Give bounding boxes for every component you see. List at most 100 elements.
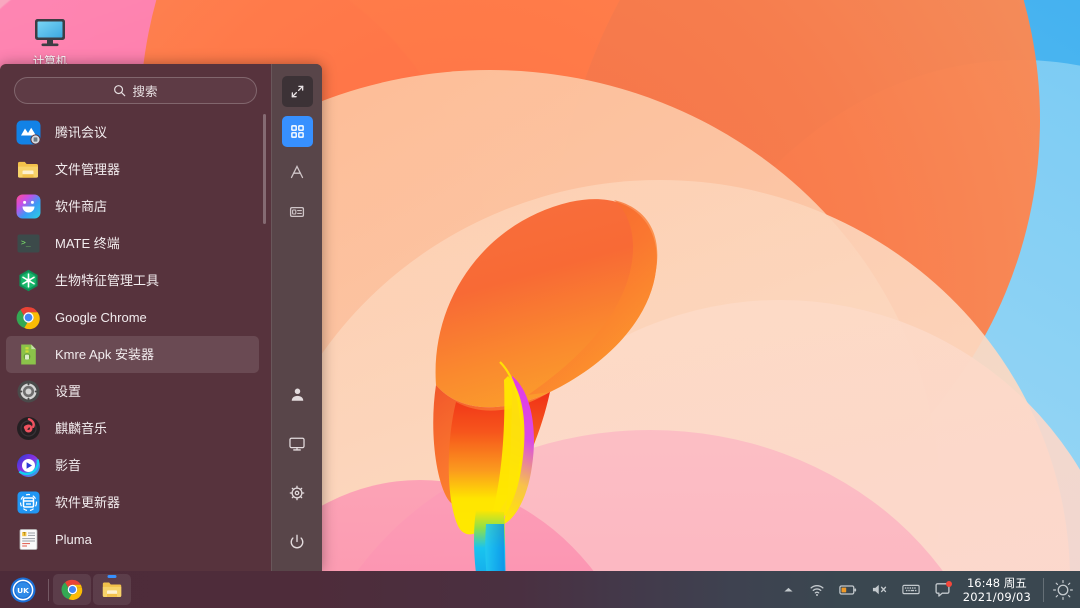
brightness-icon bbox=[1052, 579, 1074, 601]
software-updater-icon bbox=[16, 490, 41, 515]
biometric-icon bbox=[16, 268, 41, 293]
ukui-logo-icon: UK bbox=[9, 576, 37, 604]
card-list-icon bbox=[289, 204, 305, 220]
app-label: 麒麟音乐 bbox=[55, 422, 107, 435]
software-store-icon bbox=[16, 194, 41, 219]
wallpaper-shape-blue-light bbox=[640, 60, 1080, 608]
task-active-indicator bbox=[108, 575, 117, 578]
kmre-apk-icon bbox=[16, 342, 41, 367]
monitor-icon bbox=[288, 435, 306, 453]
search-area: 搜索 bbox=[0, 64, 271, 114]
clock-date: 2021/09/03 bbox=[963, 590, 1031, 604]
search-input[interactable]: 搜索 bbox=[14, 77, 257, 104]
expand-icon bbox=[290, 84, 305, 99]
grid-view-button[interactable] bbox=[282, 116, 313, 147]
app-item-settings[interactable]: 设置 bbox=[6, 373, 259, 410]
notification-badge bbox=[946, 581, 952, 587]
app-label: Kmre Apk 安装器 bbox=[55, 348, 154, 361]
app-item-google-chrome[interactable]: Google Chrome bbox=[6, 299, 259, 336]
app-label: 设置 bbox=[55, 385, 81, 398]
app-label: 文件管理器 bbox=[55, 163, 120, 176]
chevron-up-icon bbox=[782, 583, 795, 596]
keyboard-icon bbox=[902, 583, 920, 596]
grid-icon bbox=[290, 124, 305, 139]
start-menu-sidebar bbox=[271, 64, 322, 571]
taskbar-tray-divider bbox=[1043, 578, 1044, 602]
app-label: 软件更新器 bbox=[55, 496, 120, 509]
taskbar[interactable]: UK bbox=[0, 571, 1080, 608]
tray-volume[interactable] bbox=[871, 582, 888, 597]
wallpaper-shape-peach-3 bbox=[430, 300, 1080, 608]
app-list-scrollbar[interactable] bbox=[263, 114, 266, 224]
app-label: Google Chrome bbox=[55, 311, 147, 324]
taskbar-files[interactable] bbox=[93, 574, 131, 605]
app-label: 腾讯会议 bbox=[55, 126, 107, 139]
terminal-icon: >_ bbox=[16, 231, 41, 256]
power-button[interactable] bbox=[282, 526, 313, 557]
letter-a-icon bbox=[288, 163, 306, 181]
chrome-icon bbox=[61, 578, 84, 601]
pluma-icon: T bbox=[16, 527, 41, 552]
tencent-meeting-icon bbox=[16, 120, 41, 145]
app-item-software-store[interactable]: 软件商店 bbox=[6, 188, 259, 225]
expand-fullscreen-button[interactable] bbox=[282, 76, 313, 107]
system-tray bbox=[782, 582, 961, 598]
svg-text:>_: >_ bbox=[21, 238, 31, 247]
tray-keyboard[interactable] bbox=[902, 583, 920, 596]
kylin-music-icon bbox=[16, 416, 41, 441]
alphabet-view-button[interactable] bbox=[282, 156, 313, 187]
gear-icon bbox=[288, 484, 306, 502]
tray-messages[interactable] bbox=[934, 582, 951, 598]
ukui-start-button[interactable]: UK bbox=[0, 571, 46, 608]
clock-time: 16:48 周五 bbox=[963, 576, 1031, 590]
battery-icon bbox=[839, 583, 857, 597]
app-label: 影音 bbox=[55, 459, 81, 472]
search-icon bbox=[113, 84, 126, 97]
app-label: MATE 终端 bbox=[55, 237, 120, 250]
taskbar-chrome[interactable] bbox=[53, 574, 91, 605]
user-icon bbox=[289, 386, 306, 403]
svg-text:T: T bbox=[22, 532, 26, 537]
app-item-kylin-music[interactable]: 麒麟音乐 bbox=[6, 410, 259, 447]
wallpaper-shape-blue bbox=[550, 0, 1080, 608]
app-item-pluma[interactable]: T Pl bbox=[6, 521, 259, 558]
volume-muted-icon bbox=[871, 582, 888, 597]
desktop-icon-area: 计算机 bbox=[8, 6, 98, 71]
app-label: 软件商店 bbox=[55, 200, 107, 213]
tray-battery[interactable] bbox=[839, 583, 857, 597]
desktop-icon-computer[interactable]: 计算机 bbox=[8, 6, 92, 71]
file-manager-icon bbox=[101, 578, 124, 601]
settings-gear-icon bbox=[16, 379, 41, 404]
taskbar-separator bbox=[48, 579, 49, 601]
function-view-button[interactable] bbox=[282, 196, 313, 227]
monitor-icon bbox=[8, 10, 92, 54]
desktop[interactable]: 计算机 搜索 bbox=[0, 0, 1080, 608]
settings-button[interactable] bbox=[282, 477, 313, 508]
wifi-icon bbox=[809, 582, 825, 598]
app-item-tencent-meeting[interactable]: 腾讯会议 bbox=[6, 114, 259, 151]
app-item-biometric-tool[interactable]: 生物特征管理工具 bbox=[6, 262, 259, 299]
app-item-media-player[interactable]: 影音 bbox=[6, 447, 259, 484]
app-item-file-manager[interactable]: 文件管理器 bbox=[6, 151, 259, 188]
taskbar-clock[interactable]: 16:48 周五 2021/09/03 bbox=[961, 576, 1037, 604]
wallpaper-calla-lily bbox=[400, 180, 730, 608]
taskbar-task-list bbox=[53, 574, 131, 605]
svg-text:UK: UK bbox=[17, 586, 29, 595]
app-item-kmre-apk-installer[interactable]: Kmre Apk 安装器 bbox=[6, 336, 259, 373]
app-item-mate-terminal[interactable]: >_ MATE 终端 bbox=[6, 225, 259, 262]
night-mode-button[interactable] bbox=[1046, 571, 1080, 608]
application-list[interactable]: 腾讯会议 文件管理器 bbox=[0, 114, 271, 571]
tray-network[interactable] bbox=[809, 582, 825, 598]
user-avatar-button[interactable] bbox=[282, 379, 313, 410]
wallpaper-shape-peach-2 bbox=[250, 180, 1070, 608]
tray-expand[interactable] bbox=[782, 583, 795, 596]
start-menu-main-panel: 搜索 腾讯会议 bbox=[0, 64, 271, 571]
computer-button[interactable] bbox=[282, 428, 313, 459]
app-item-software-updater[interactable]: 软件更新器 bbox=[6, 484, 259, 521]
app-label: Pluma bbox=[55, 533, 92, 546]
start-menu[interactable]: 搜索 腾讯会议 bbox=[0, 64, 322, 571]
power-icon bbox=[288, 533, 306, 551]
app-label: 生物特征管理工具 bbox=[55, 274, 159, 287]
search-placeholder: 搜索 bbox=[132, 81, 157, 100]
sidebar-view-buttons bbox=[282, 76, 313, 236]
